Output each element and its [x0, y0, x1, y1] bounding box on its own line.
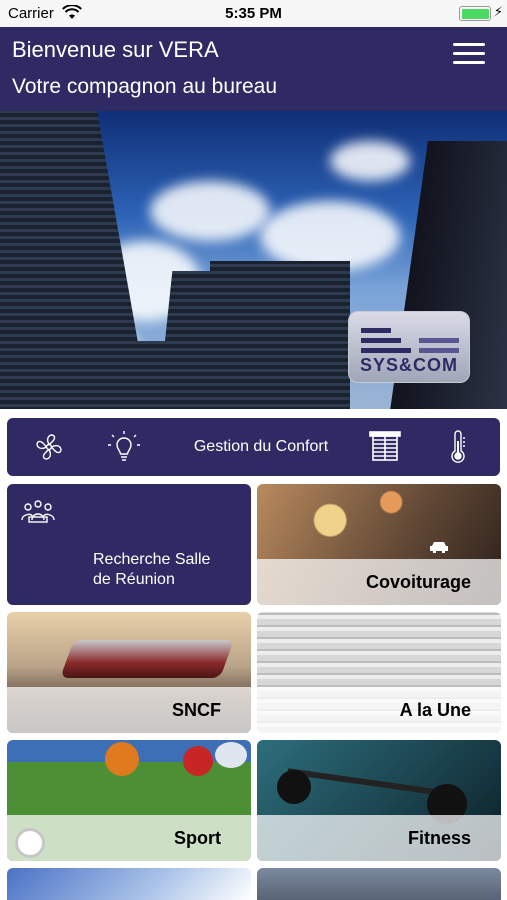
traffic-tile[interactable] — [257, 868, 501, 900]
fitness-tile[interactable]: Fitness — [257, 740, 501, 861]
company-logo: SYS&COM — [348, 311, 470, 383]
thermometer-icon[interactable] — [440, 429, 476, 465]
charging-icon: ⚡ — [493, 4, 503, 19]
comfort-bar[interactable]: Gestion du Confort — [7, 418, 500, 476]
sport-tile[interactable]: Sport — [7, 740, 251, 861]
carpool-tile[interactable]: Covoiturage — [257, 484, 501, 605]
weather-tile[interactable] — [7, 868, 251, 900]
car-icon — [429, 540, 449, 559]
app-header: Bienvenue sur VERA Votre compagnon au bu… — [0, 27, 507, 111]
fitness-label: Fitness — [407, 828, 471, 848]
hamburger-menu-icon[interactable] — [453, 43, 485, 69]
fan-icon[interactable] — [31, 429, 67, 465]
news-label: A la Une — [399, 700, 471, 720]
lightbulb-icon[interactable] — [106, 429, 142, 465]
carpool-label: Covoiturage — [365, 572, 471, 592]
battery-icon — [459, 6, 491, 21]
blinds-icon[interactable] — [367, 429, 403, 465]
meeting-icon — [21, 498, 55, 533]
logo-text: SYS&COM — [359, 355, 458, 375]
clock: 5:35 PM — [225, 5, 282, 22]
meeting-room-tile[interactable]: Recherche Salle de Réunion — [7, 484, 251, 605]
welcome-title: Bienvenue sur VERA — [12, 37, 219, 62]
sncf-label: SNCF — [172, 700, 221, 720]
sncf-tile[interactable]: SNCF — [7, 612, 251, 733]
meeting-room-label: Recherche Salle de Réunion — [93, 551, 211, 588]
sport-label: Sport — [174, 828, 221, 848]
news-tile[interactable]: A la Une — [257, 612, 501, 733]
welcome-subtitle: Votre compagnon au bureau — [12, 75, 278, 98]
status-bar: Carrier 5:35 PM ⚡ — [0, 0, 507, 27]
comfort-label: Gestion du Confort — [193, 438, 329, 455]
